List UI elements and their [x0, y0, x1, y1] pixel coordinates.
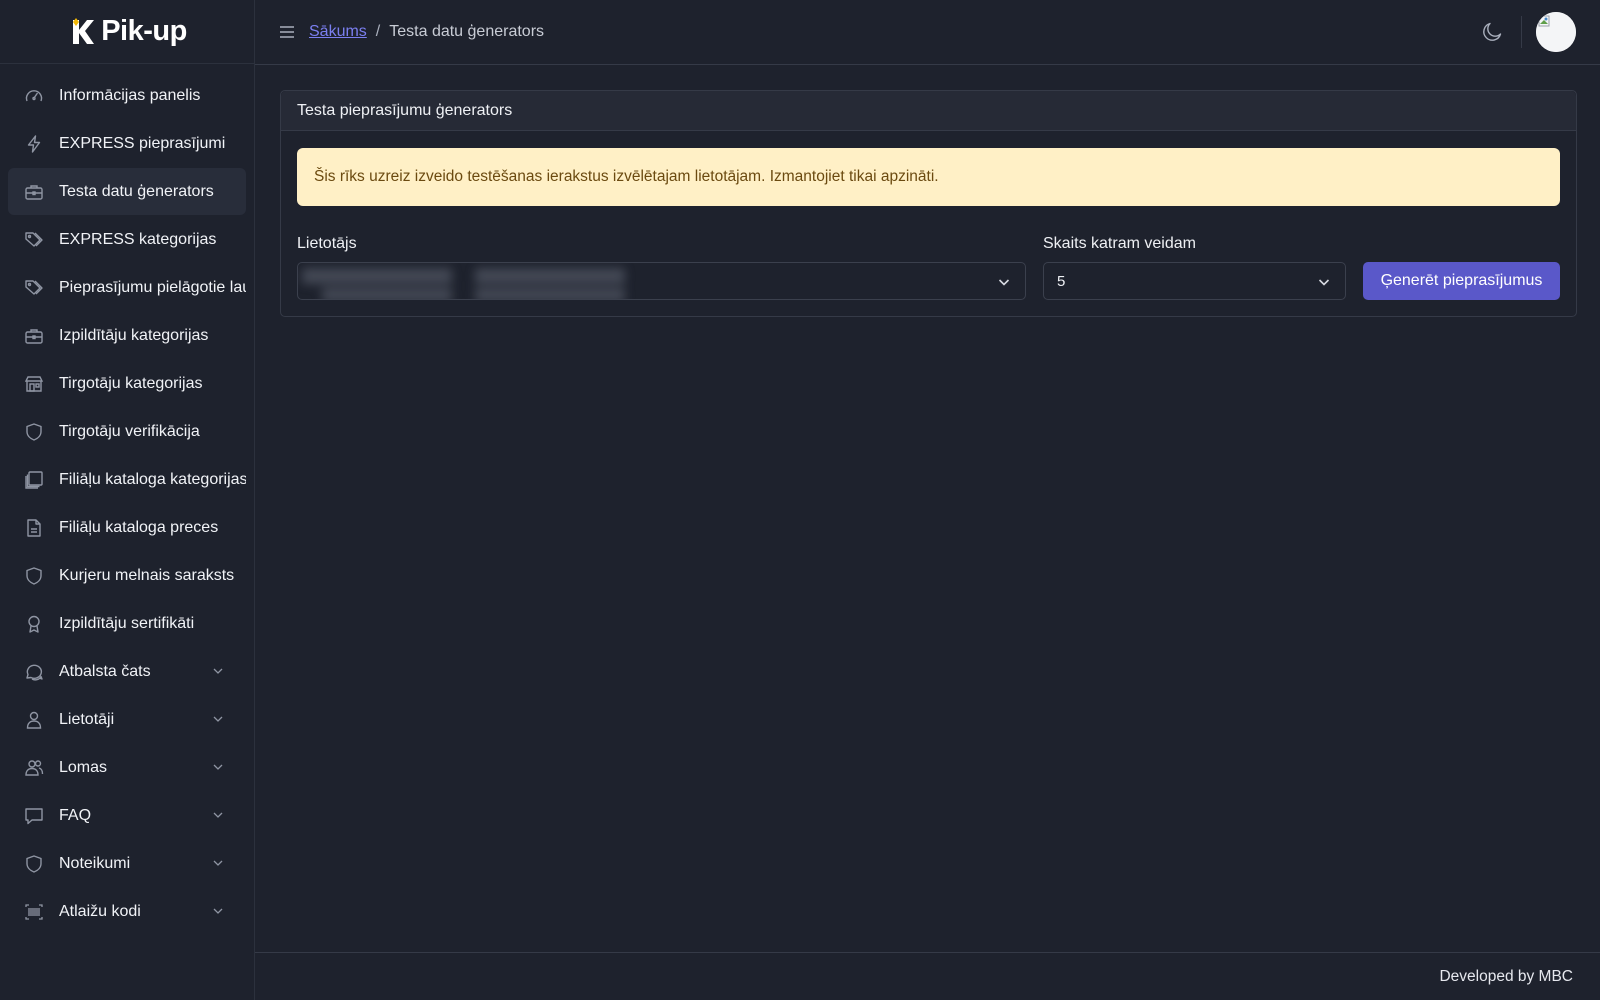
dark-mode-toggle-icon[interactable] [1481, 21, 1503, 43]
header-actions [1481, 12, 1576, 52]
redacted-user-value [300, 265, 720, 299]
breadcrumb-current: Testa datu ģenerators [389, 23, 545, 40]
file-text-icon [24, 518, 44, 538]
shield-icon [24, 566, 44, 586]
breadcrumb-separator: / [375, 23, 381, 40]
sidebar-item-express-categories[interactable]: EXPRESS kategorijas [8, 216, 246, 263]
breadcrumb: Sākums / Testa datu ģenerators [309, 23, 544, 41]
sidebar-item-users[interactable]: Lietotāji [8, 696, 246, 743]
sidebar-item-rules[interactable]: Noteikumi [8, 840, 246, 887]
chevron-down-icon [212, 761, 224, 773]
sidebar-item-label: Lietotāji [59, 710, 115, 728]
tags-icon [24, 278, 44, 298]
people-icon [24, 758, 44, 778]
breadcrumb-home-link[interactable]: Sākums [309, 23, 367, 41]
chevron-down-icon [212, 665, 224, 677]
count-select-value: 5 [1057, 272, 1066, 290]
gauge-icon [24, 86, 44, 106]
sidebar-item-label: EXPRESS kategorijas [59, 230, 217, 248]
chevron-down-icon [997, 275, 1011, 289]
chat-square-icon [24, 806, 44, 826]
sidebar-item-support-chat[interactable]: Atbalsta čats [8, 648, 246, 695]
logo-area: Pik-up [0, 0, 254, 64]
chevron-down-icon [1317, 275, 1331, 289]
sidebar-item-label: Tirgotāju verifikācija [59, 422, 200, 440]
generate-requests-button[interactable]: Ģenerēt pieprasījumus [1363, 262, 1560, 300]
sidebar-item-label: Izpildītāju kategorijas [59, 326, 209, 344]
chat-icon [24, 662, 44, 682]
sidebar-item-custom-fields[interactable]: Pieprasījumu pielāgotie lauki [8, 264, 246, 311]
sidebar-item-merchant-categories[interactable]: Tirgotāju kategorijas [8, 360, 246, 407]
menu-toggle-icon[interactable] [279, 25, 295, 39]
sidebar-item-executor-categories[interactable]: Izpildītāju kategorijas [8, 312, 246, 359]
chevron-down-icon [212, 809, 224, 821]
footer: Developed by MBC [255, 952, 1600, 1000]
award-icon [24, 614, 44, 634]
collection-icon [24, 470, 44, 490]
logo[interactable]: Pik-up [67, 15, 187, 48]
lightning-icon [24, 134, 44, 154]
sidebar-item-discount-codes[interactable]: Atlaižu kodi [8, 888, 246, 935]
sidebar-item-branch-catalog-products[interactable]: Filiāļu kataloga preces [8, 504, 246, 551]
chevron-down-icon [212, 905, 224, 917]
sidebar-item-merchant-verification[interactable]: Tirgotāju verifikācija [8, 408, 246, 455]
sidebar-item-label: Izpildītāju sertifikāti [59, 614, 195, 632]
chevron-down-icon [212, 857, 224, 869]
sidebar-item-executor-certificates[interactable]: Izpildītāju sertifikāti [8, 600, 246, 647]
sidebar-item-label: Filiāļu kataloga preces [59, 518, 219, 536]
card-title: Testa pieprasījumu ģenerators [281, 91, 1576, 131]
header-divider [1521, 16, 1522, 48]
user-select[interactable] [297, 262, 1026, 300]
shop-icon [24, 374, 44, 394]
tags-icon [24, 230, 44, 250]
avatar[interactable] [1536, 12, 1576, 52]
top-header: Sākums / Testa datu ģenerators [255, 0, 1600, 65]
sidebar-item-roles[interactable]: Lomas [8, 744, 246, 791]
logo-mark-icon [67, 16, 99, 48]
sidebar-item-label: Testa datu ģenerators [59, 182, 214, 200]
sidebar-item-test-data-generator[interactable]: Testa datu ģenerators [8, 168, 246, 215]
generator-card: Testa pieprasījumu ģenerators Šis rīks u… [280, 90, 1577, 317]
person-icon [24, 710, 44, 730]
shield-icon [24, 854, 44, 874]
sidebar-item-label: Kurjeru melnais saraksts [59, 566, 235, 584]
sidebar-item-label: Noteikumi [59, 854, 131, 872]
warning-alert: Šis rīks uzreiz izveido testēšanas ierak… [297, 148, 1560, 206]
footer-credit: Developed by MBC [1439, 967, 1573, 985]
sidebar-item-label: Informācijas panelis [59, 86, 201, 104]
sidebar-item-label: Atbalsta čats [59, 662, 151, 680]
sidebar-item-dashboard[interactable]: Informācijas panelis [8, 72, 246, 119]
sidebar-item-label: Filiāļu kataloga kategorijas [59, 470, 246, 488]
briefcase-icon [24, 182, 44, 202]
sidebar-item-label: Lomas [59, 758, 108, 776]
user-field-label: Lietotājs [297, 235, 357, 252]
count-field-label: Skaits katram veidam [1043, 235, 1196, 252]
sidebar: Pik-up Informācijas panelis EXPRESS piep… [0, 0, 255, 1000]
sidebar-nav: Informācijas panelis EXPRESS pieprasījum… [0, 64, 254, 935]
count-select[interactable]: 5 [1043, 262, 1346, 300]
sidebar-item-label: Tirgotāju kategorijas [59, 374, 203, 392]
sidebar-item-express-requests[interactable]: EXPRESS pieprasījumi [8, 120, 246, 167]
chevron-down-icon [212, 713, 224, 725]
sidebar-item-faq[interactable]: FAQ [8, 792, 246, 839]
logo-text: Pik-up [101, 15, 187, 47]
sidebar-item-branch-catalog-categories[interactable]: Filiāļu kataloga kategorijas [8, 456, 246, 503]
sidebar-item-label: EXPRESS pieprasījumi [59, 134, 226, 152]
sidebar-item-courier-blacklist[interactable]: Kurjeru melnais saraksts [8, 552, 246, 599]
barcode-icon [24, 902, 44, 922]
sidebar-item-label: Pieprasījumu pielāgotie lauki [59, 278, 246, 296]
briefcase-icon [24, 326, 44, 346]
sidebar-item-label: FAQ [59, 806, 92, 824]
shield-icon [24, 422, 44, 442]
sidebar-item-label: Atlaižu kodi [59, 902, 141, 920]
